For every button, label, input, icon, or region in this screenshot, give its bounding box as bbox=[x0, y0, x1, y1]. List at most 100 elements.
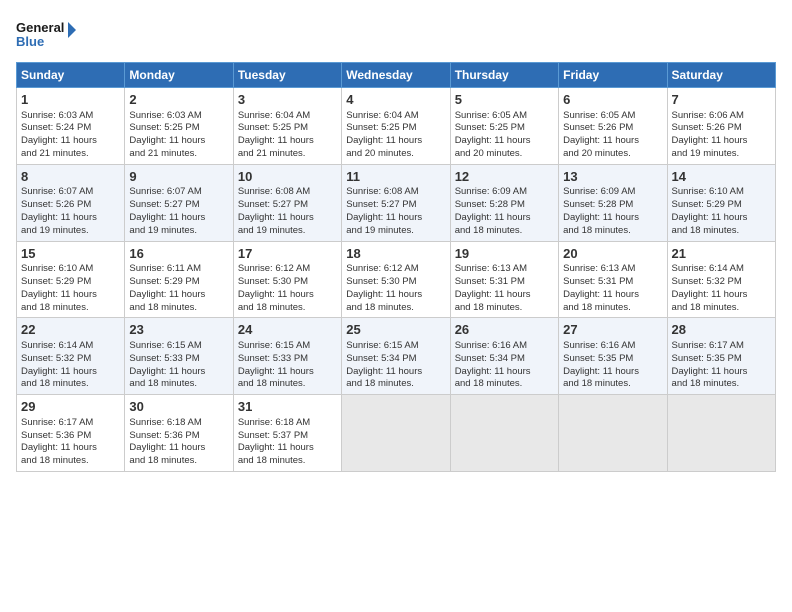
sunrise: Sunrise: 6:04 AM bbox=[346, 110, 418, 121]
daylight-minutes: and 18 minutes. bbox=[563, 302, 631, 313]
day-number: 21 bbox=[672, 245, 771, 263]
daylight-minutes: and 18 minutes. bbox=[672, 302, 740, 313]
daylight-minutes: and 18 minutes. bbox=[455, 225, 523, 236]
week-row-4: 22Sunrise: 6:14 AMSunset: 5:32 PMDayligh… bbox=[17, 318, 776, 395]
sunrise: Sunrise: 6:17 AM bbox=[21, 417, 93, 428]
day-number: 16 bbox=[129, 245, 228, 263]
day-cell: 7Sunrise: 6:06 AMSunset: 5:26 PMDaylight… bbox=[667, 88, 775, 165]
daylight-hours: Daylight: 11 hours bbox=[238, 442, 314, 453]
sunrise: Sunrise: 6:03 AM bbox=[21, 110, 93, 121]
daylight-hours: Daylight: 11 hours bbox=[455, 135, 531, 146]
daylight-hours: Daylight: 11 hours bbox=[563, 289, 639, 300]
day-cell: 8Sunrise: 6:07 AMSunset: 5:26 PMDaylight… bbox=[17, 164, 125, 241]
sunset: Sunset: 5:26 PM bbox=[21, 199, 91, 210]
sunset: Sunset: 5:24 PM bbox=[21, 122, 91, 133]
sunrise: Sunrise: 6:15 AM bbox=[346, 340, 418, 351]
day-cell: 26Sunrise: 6:16 AMSunset: 5:34 PMDayligh… bbox=[450, 318, 558, 395]
day-cell bbox=[559, 395, 667, 472]
sunrise: Sunrise: 6:04 AM bbox=[238, 110, 310, 121]
sunset: Sunset: 5:25 PM bbox=[346, 122, 416, 133]
day-cell: 14Sunrise: 6:10 AMSunset: 5:29 PMDayligh… bbox=[667, 164, 775, 241]
day-cell: 20Sunrise: 6:13 AMSunset: 5:31 PMDayligh… bbox=[559, 241, 667, 318]
day-number: 9 bbox=[129, 168, 228, 186]
daylight-minutes: and 18 minutes. bbox=[346, 378, 414, 389]
daylight-hours: Daylight: 11 hours bbox=[21, 442, 97, 453]
daylight-minutes: and 18 minutes. bbox=[129, 302, 197, 313]
day-number: 18 bbox=[346, 245, 445, 263]
sunset: Sunset: 5:27 PM bbox=[238, 199, 308, 210]
daylight-minutes: and 18 minutes. bbox=[346, 302, 414, 313]
daylight-minutes: and 18 minutes. bbox=[455, 378, 523, 389]
day-cell: 2Sunrise: 6:03 AMSunset: 5:25 PMDaylight… bbox=[125, 88, 233, 165]
svg-text:Blue: Blue bbox=[16, 34, 44, 49]
day-number: 17 bbox=[238, 245, 337, 263]
daylight-hours: Daylight: 11 hours bbox=[21, 135, 97, 146]
day-number: 25 bbox=[346, 321, 445, 339]
daylight-hours: Daylight: 11 hours bbox=[563, 212, 639, 223]
week-row-1: 1Sunrise: 6:03 AMSunset: 5:24 PMDaylight… bbox=[17, 88, 776, 165]
daylight-minutes: and 19 minutes. bbox=[21, 225, 89, 236]
daylight-minutes: and 21 minutes. bbox=[21, 148, 89, 159]
sunrise: Sunrise: 6:07 AM bbox=[129, 186, 201, 197]
day-number: 20 bbox=[563, 245, 662, 263]
week-row-5: 29Sunrise: 6:17 AMSunset: 5:36 PMDayligh… bbox=[17, 395, 776, 472]
sunset: Sunset: 5:33 PM bbox=[129, 353, 199, 364]
sunrise: Sunrise: 6:18 AM bbox=[129, 417, 201, 428]
sunset: Sunset: 5:27 PM bbox=[129, 199, 199, 210]
day-number: 4 bbox=[346, 91, 445, 109]
daylight-hours: Daylight: 11 hours bbox=[129, 135, 205, 146]
sunset: Sunset: 5:29 PM bbox=[129, 276, 199, 287]
day-cell: 1Sunrise: 6:03 AMSunset: 5:24 PMDaylight… bbox=[17, 88, 125, 165]
daylight-minutes: and 18 minutes. bbox=[21, 455, 89, 466]
sunrise: Sunrise: 6:06 AM bbox=[672, 110, 744, 121]
day-cell: 5Sunrise: 6:05 AMSunset: 5:25 PMDaylight… bbox=[450, 88, 558, 165]
sunset: Sunset: 5:33 PM bbox=[238, 353, 308, 364]
day-cell: 29Sunrise: 6:17 AMSunset: 5:36 PMDayligh… bbox=[17, 395, 125, 472]
sunset: Sunset: 5:29 PM bbox=[672, 199, 742, 210]
daylight-hours: Daylight: 11 hours bbox=[129, 212, 205, 223]
sunset: Sunset: 5:26 PM bbox=[672, 122, 742, 133]
sunset: Sunset: 5:36 PM bbox=[129, 430, 199, 441]
sunrise: Sunrise: 6:14 AM bbox=[21, 340, 93, 351]
daylight-hours: Daylight: 11 hours bbox=[238, 135, 314, 146]
daylight-hours: Daylight: 11 hours bbox=[563, 366, 639, 377]
daylight-minutes: and 18 minutes. bbox=[238, 378, 306, 389]
day-number: 19 bbox=[455, 245, 554, 263]
day-number: 3 bbox=[238, 91, 337, 109]
sunset: Sunset: 5:37 PM bbox=[238, 430, 308, 441]
daylight-minutes: and 18 minutes. bbox=[129, 455, 197, 466]
sunset: Sunset: 5:35 PM bbox=[563, 353, 633, 364]
col-header-wednesday: Wednesday bbox=[342, 63, 450, 88]
day-cell: 25Sunrise: 6:15 AMSunset: 5:34 PMDayligh… bbox=[342, 318, 450, 395]
sunrise: Sunrise: 6:08 AM bbox=[238, 186, 310, 197]
daylight-hours: Daylight: 11 hours bbox=[129, 289, 205, 300]
daylight-minutes: and 18 minutes. bbox=[21, 302, 89, 313]
sunrise: Sunrise: 6:10 AM bbox=[21, 263, 93, 274]
daylight-hours: Daylight: 11 hours bbox=[129, 366, 205, 377]
sunset: Sunset: 5:28 PM bbox=[455, 199, 525, 210]
day-number: 13 bbox=[563, 168, 662, 186]
day-cell: 15Sunrise: 6:10 AMSunset: 5:29 PMDayligh… bbox=[17, 241, 125, 318]
sunset: Sunset: 5:27 PM bbox=[346, 199, 416, 210]
sunset: Sunset: 5:31 PM bbox=[455, 276, 525, 287]
sunset: Sunset: 5:25 PM bbox=[238, 122, 308, 133]
daylight-hours: Daylight: 11 hours bbox=[455, 366, 531, 377]
day-cell: 31Sunrise: 6:18 AMSunset: 5:37 PMDayligh… bbox=[233, 395, 341, 472]
daylight-minutes: and 18 minutes. bbox=[672, 378, 740, 389]
sunset: Sunset: 5:26 PM bbox=[563, 122, 633, 133]
daylight-hours: Daylight: 11 hours bbox=[672, 212, 748, 223]
daylight-hours: Daylight: 11 hours bbox=[129, 442, 205, 453]
day-number: 28 bbox=[672, 321, 771, 339]
daylight-minutes: and 18 minutes. bbox=[563, 225, 631, 236]
sunrise: Sunrise: 6:13 AM bbox=[563, 263, 635, 274]
sunset: Sunset: 5:25 PM bbox=[129, 122, 199, 133]
day-cell bbox=[450, 395, 558, 472]
day-number: 11 bbox=[346, 168, 445, 186]
sunrise: Sunrise: 6:17 AM bbox=[672, 340, 744, 351]
day-cell: 22Sunrise: 6:14 AMSunset: 5:32 PMDayligh… bbox=[17, 318, 125, 395]
day-cell: 18Sunrise: 6:12 AMSunset: 5:30 PMDayligh… bbox=[342, 241, 450, 318]
daylight-hours: Daylight: 11 hours bbox=[672, 135, 748, 146]
day-cell: 12Sunrise: 6:09 AMSunset: 5:28 PMDayligh… bbox=[450, 164, 558, 241]
col-header-monday: Monday bbox=[125, 63, 233, 88]
page-container: General Blue SundayMondayTuesdayWednesda… bbox=[0, 0, 792, 480]
